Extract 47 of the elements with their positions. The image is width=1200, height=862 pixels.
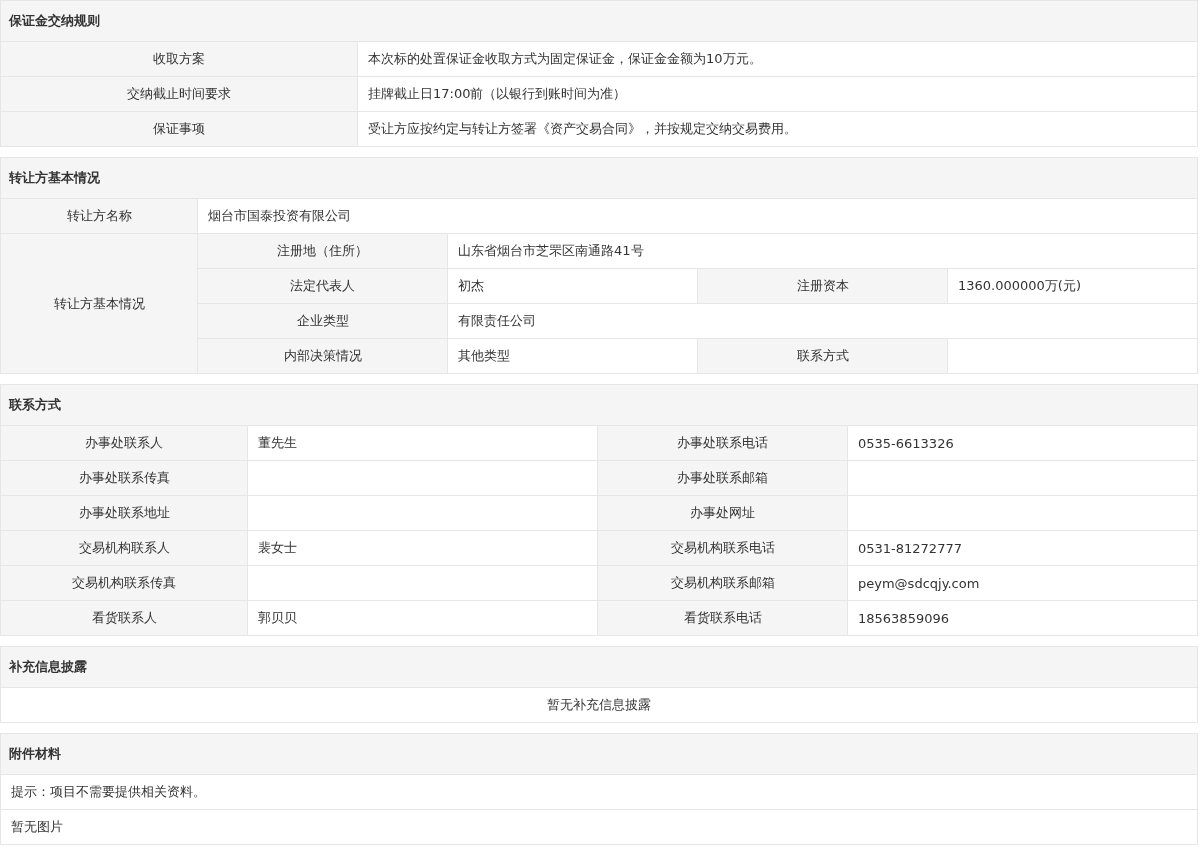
field-label: 办事处联系邮箱 (597, 460, 848, 496)
field-value: 1360.000000万(元) (947, 268, 1198, 304)
field-value: 0535-6613326 (847, 425, 1198, 461)
field-label: 内部决策情况 (197, 338, 448, 374)
field-label: 交易机构联系电话 (597, 530, 848, 566)
field-label: 办事处联系传真 (0, 460, 248, 496)
field-value: 初杰 (447, 268, 698, 304)
field-label: 办事处联系人 (0, 425, 248, 461)
field-label: 企业类型 (197, 303, 448, 339)
section-header: 转让方基本情况 (0, 157, 1198, 198)
note-text: 暂无图片 (0, 809, 1198, 845)
field-label: 交易机构联系邮箱 (597, 565, 848, 601)
field-label: 交易机构联系传真 (0, 565, 248, 601)
field-value: 挂牌截止日17:00前（以银行到账时间为准） (357, 76, 1198, 112)
field-value: 有限责任公司 (447, 303, 1198, 339)
note-text: 提示：项目不需要提供相关资料。 (0, 774, 1198, 810)
field-value: 烟台市国泰投资有限公司 (197, 198, 1198, 234)
field-label: 看货联系人 (0, 600, 248, 636)
field-value: peym@sdcqjy.com (847, 565, 1198, 601)
section-header: 附件材料 (0, 733, 1198, 774)
field-value: 0531-81272777 (847, 530, 1198, 566)
field-label: 转让方基本情况 (0, 233, 198, 374)
field-value: 18563859096 (847, 600, 1198, 636)
field-value: 郭贝贝 (247, 600, 598, 636)
field-label: 办事处联系地址 (0, 495, 248, 531)
field-value: 董先生 (247, 425, 598, 461)
section-header: 保证金交纳规则 (0, 0, 1198, 41)
section-header: 补充信息披露 (0, 646, 1198, 687)
field-label: 注册地（住所） (197, 233, 448, 269)
field-label: 转让方名称 (0, 198, 198, 234)
field-label: 联系方式 (697, 338, 948, 374)
field-value: 其他类型 (447, 338, 698, 374)
field-value: 受让方应按约定与转让方签署《资产交易合同》，并按规定交纳交易费用。 (357, 111, 1198, 147)
field-label: 收取方案 (0, 41, 358, 77)
field-value: 裴女士 (247, 530, 598, 566)
field-label: 看货联系电话 (597, 600, 848, 636)
field-label: 保证事项 (0, 111, 358, 147)
field-label: 交易机构联系人 (0, 530, 248, 566)
field-label: 办事处网址 (597, 495, 848, 531)
notice-text: 暂无补充信息披露 (0, 687, 1198, 723)
field-value: 山东省烟台市芝罘区南通路41号 (447, 233, 1198, 269)
section-header: 联系方式 (0, 384, 1198, 425)
field-value: 本次标的处置保证金收取方式为固定保证金，保证金金额为10万元。 (357, 41, 1198, 77)
field-label: 注册资本 (697, 268, 948, 304)
field-label: 办事处联系电话 (597, 425, 848, 461)
field-label: 法定代表人 (197, 268, 448, 304)
field-label: 交纳截止时间要求 (0, 76, 358, 112)
